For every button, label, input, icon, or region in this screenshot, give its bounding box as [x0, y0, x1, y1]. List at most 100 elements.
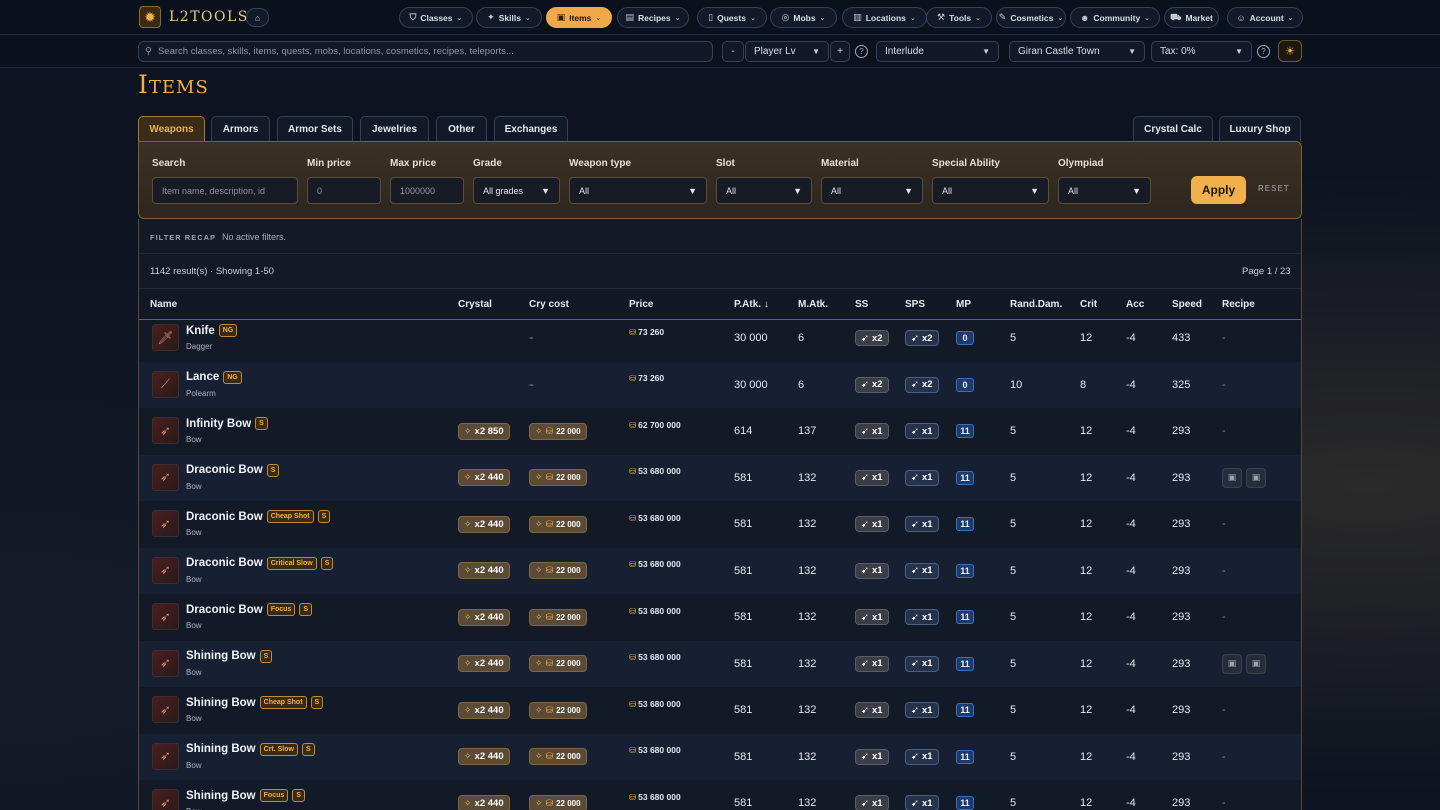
- crystal-cell: ✧ x2 850: [458, 408, 510, 455]
- item-name[interactable]: Draconic Bow Cheap Shot S: [186, 510, 331, 523]
- theme-toggle-button[interactable]: ☀: [1278, 40, 1302, 62]
- nav-market[interactable]: ⛟ Market: [1164, 7, 1219, 28]
- table-row[interactable]: ➶ Infinity Bow S Bow ✧ x2 850 ✧ ⛁ 22 000 ⛁ 62 700 …: [139, 408, 1301, 455]
- nav-skills[interactable]: ✦ Skills ⌄: [476, 7, 542, 28]
- nav-quests[interactable]: ▯ Quests ⌄: [697, 7, 767, 28]
- column-header-name[interactable]: Name: [150, 299, 177, 310]
- crystal-cell: ✧ x2 440: [458, 780, 510, 810]
- table-row[interactable]: ➶ Draconic Bow S Bow ✧ x2 440 ✧ ⛁ 22 000 ⛁ 53 680 …: [139, 454, 1301, 501]
- column-header-cry-cost[interactable]: Cry cost: [529, 299, 569, 310]
- player-level-select[interactable]: Player Lv ▼: [745, 41, 829, 62]
- column-header-p-atk[interactable]: P.Atk. ↓: [734, 299, 769, 310]
- item-search-input[interactable]: Item name, description, id: [152, 177, 298, 204]
- nav-tools[interactable]: ⚒ Tools ⌄: [926, 7, 992, 28]
- item-name[interactable]: Draconic Bow S: [186, 463, 280, 477]
- nav-label: Account: [1249, 12, 1284, 23]
- item-name[interactable]: Infinity Bow S: [186, 417, 268, 430]
- item-name[interactable]: Lance NG: [186, 370, 242, 384]
- table-row[interactable]: ➶ Draconic Bow Cheap Shot S Bow ✧ x2 440 ✧ ⛁ 22 0…: [139, 501, 1301, 548]
- column-header-rand-dam[interactable]: Rand.Dam.: [1010, 299, 1062, 310]
- level-decrement-button[interactable]: -: [722, 41, 744, 62]
- item-name[interactable]: Draconic Bow Focus S: [186, 603, 312, 616]
- table-row[interactable]: ➶ Shining Bow S Bow ✧ x2 440 ✧ ⛁ 22 000 ⛁ 53 680 0…: [139, 640, 1301, 688]
- column-header-sps[interactable]: SPS: [905, 299, 925, 310]
- home-button[interactable]: ⌂: [246, 8, 269, 27]
- table-row[interactable]: ➶ Shining Bow Cheap Shot S Bow ✧ x2 440 ✧ ⛁ 22 00…: [139, 687, 1301, 734]
- tax-help-icon[interactable]: ?: [1257, 45, 1270, 58]
- recipe-icon[interactable]: ▣: [1222, 467, 1242, 488]
- recipe-icon[interactable]: ▣: [1246, 467, 1266, 488]
- grade-select[interactable]: All grades ▼: [473, 177, 560, 204]
- matk-cell: 137: [798, 408, 816, 455]
- recipe-cell: -: [1222, 362, 1226, 409]
- column-header-crit[interactable]: Crit: [1080, 299, 1097, 310]
- acc-cell: -4: [1126, 408, 1136, 455]
- column-header-speed[interactable]: Speed: [1172, 299, 1202, 310]
- table-row[interactable]: ➶Shining BowFocusSBow✧x2 440✧⛁22 000⛁53 …: [139, 780, 1301, 810]
- column-header-recipe[interactable]: Recipe: [1222, 299, 1255, 310]
- weapon-type-label: Weapon type: [569, 158, 632, 169]
- tab-exchanges[interactable]: Exchanges: [494, 116, 568, 142]
- nav-mobs[interactable]: ◎ Mobs ⌄: [770, 7, 837, 28]
- help-icon[interactable]: ?: [855, 45, 868, 58]
- min-price-input[interactable]: 0: [307, 177, 381, 204]
- item-name[interactable]: Shining Bow Cheap Shot S: [186, 696, 324, 709]
- table-row[interactable]: 🗡 Knife NG Dagger - - ⛁ 73 260 30 000 6 5 12 -4 433 ➹ x…: [139, 315, 1301, 362]
- tab-jewelries[interactable]: Jewelries: [360, 116, 429, 142]
- column-header-crystal[interactable]: Crystal: [458, 299, 492, 310]
- item-name[interactable]: Shining Bow Focus S: [186, 789, 305, 802]
- olympiad-select[interactable]: All ▼: [1058, 177, 1151, 204]
- apply-button[interactable]: Apply: [1191, 176, 1246, 204]
- nav-cosmetics[interactable]: ✎ Cosmetics ⌄: [996, 7, 1066, 28]
- nav-items[interactable]: ▣ Items ⌄: [546, 7, 612, 28]
- reset-button[interactable]: RESET: [1258, 184, 1290, 193]
- recipe-icon[interactable]: ▣: [1222, 653, 1242, 674]
- ss-cell: ➹ x1: [855, 548, 889, 595]
- column-header-m-atk[interactable]: M.Atk.: [798, 299, 828, 310]
- chronicle-select[interactable]: Interlude ▼: [876, 41, 999, 62]
- town-select[interactable]: Giran Castle Town ▼: [1009, 41, 1145, 62]
- nav-classes[interactable]: ⛉ Classes ⌄: [399, 7, 473, 28]
- item-icon: ➶: [152, 417, 179, 444]
- item-name[interactable]: Draconic Bow Critical Slow S: [186, 556, 334, 570]
- rand-cell: 5: [1010, 594, 1016, 641]
- weapon-type-select[interactable]: All ▼: [569, 177, 707, 204]
- nav-account[interactable]: ☺ Account ⌄: [1227, 7, 1303, 28]
- max-price-input[interactable]: 1000000: [390, 177, 464, 204]
- table-row[interactable]: ➶ Shining Bow Crt. Slow S Bow ✧ x2 440 ✧ ⛁ 22 000…: [139, 733, 1301, 781]
- crit-cell: 12: [1080, 780, 1092, 810]
- tab-luxury-shop[interactable]: Luxury Shop: [1219, 116, 1301, 142]
- recipe-cell: -: [1222, 734, 1226, 781]
- column-header-mp[interactable]: MP: [956, 299, 971, 310]
- level-increment-button[interactable]: +: [830, 41, 850, 62]
- adena-icon: ⛁: [545, 518, 554, 529]
- recipe-icon[interactable]: ▣: [1246, 653, 1266, 674]
- nav-locations[interactable]: ▥ Locations ⌄: [842, 7, 927, 28]
- special-ability-select[interactable]: All ▼: [932, 177, 1049, 204]
- item-name[interactable]: Shining Bow Crt. Slow S: [186, 742, 315, 756]
- tab-weapons[interactable]: Weapons: [138, 116, 205, 142]
- global-search-input[interactable]: ⚲ Search classes, skills, items, quests,…: [138, 41, 713, 62]
- material-select[interactable]: All ▼: [821, 177, 923, 204]
- tab-other[interactable]: Other: [436, 116, 487, 142]
- column-header-acc[interactable]: Acc: [1126, 299, 1144, 310]
- item-name[interactable]: Knife NG: [186, 324, 238, 337]
- table-row[interactable]: ➶ Draconic Bow Focus S Bow ✧ x2 440 ✧ ⛁ 22 000 ⛁ 53…: [139, 594, 1301, 641]
- tab-crystal-calc[interactable]: Crystal Calc: [1133, 116, 1213, 142]
- acc-cell: -4: [1126, 641, 1136, 688]
- tab-armors[interactable]: Armors: [211, 116, 270, 142]
- table-row[interactable]: ➶ Draconic Bow Critical Slow S Bow ✧ x2 440 ✧ ⛁ 2…: [139, 547, 1301, 595]
- item-name[interactable]: Shining Bow S: [186, 649, 273, 663]
- nav-recipes[interactable]: ▤ Recipes ⌄: [617, 7, 689, 28]
- nav-community[interactable]: ☻ Community ⌄: [1070, 7, 1160, 28]
- column-header-ss[interactable]: SS: [855, 299, 868, 310]
- ss-cell: ➹ x1: [855, 687, 889, 734]
- table-row[interactable]: ⟋ Lance NG Polearm - - ⛁ 73 260 30 000 6 10 8 -4 325 ➹…: [139, 361, 1301, 409]
- slot-select[interactable]: All ▼: [716, 177, 812, 204]
- matk-cell: 132: [798, 594, 816, 641]
- soulshot-icon: ➹: [861, 797, 869, 809]
- tax-select[interactable]: Tax: 0% ▼: [1151, 41, 1252, 62]
- column-header-price[interactable]: Price: [629, 299, 653, 310]
- logo[interactable]: ✹ L2TOOLS: [139, 6, 249, 28]
- tab-armor-sets[interactable]: Armor Sets: [277, 116, 353, 142]
